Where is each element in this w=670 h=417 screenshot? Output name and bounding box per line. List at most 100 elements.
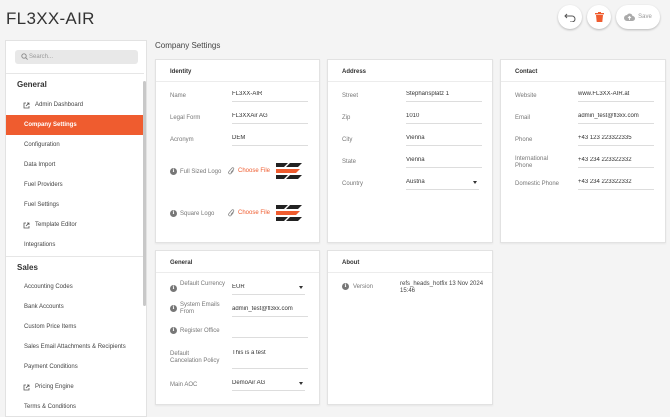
aoc-value: DemoAir AG xyxy=(232,380,266,386)
international-phone-field[interactable]: +43 234 223322332 xyxy=(578,157,654,168)
state-label: State xyxy=(342,159,357,165)
choose-file-full-logo[interactable]: Choose File xyxy=(228,167,270,175)
sidebar-item-label: Data Import xyxy=(24,162,56,168)
street-field[interactable]: Stephansplatz 1 xyxy=(406,91,482,102)
sidebar-item-bank-accounts[interactable]: Bank Accounts xyxy=(6,297,144,317)
domestic-phone-field[interactable]: +43 234 223322332 xyxy=(578,179,654,190)
legal-form-field[interactable]: FL3XXAir AG xyxy=(232,113,308,124)
sidebar-item-label: Payment Conditions xyxy=(24,364,78,370)
info-icon: i xyxy=(342,283,349,290)
search-input[interactable]: Search... xyxy=(15,50,138,64)
sidebar-item-label: Sales Email Attachments & Recipients xyxy=(24,344,126,350)
register-office-field[interactable] xyxy=(232,328,308,338)
version-value: refs_heads_hotfix 13 Nov 2024 15:46 xyxy=(400,281,484,294)
divider xyxy=(6,73,144,74)
register-office-label: Register Office xyxy=(180,328,220,334)
country-value: Austria xyxy=(406,179,425,185)
sidebar-item-label: Configuration xyxy=(24,142,60,148)
sidebar-item-fuel-settings[interactable]: Fuel Settings xyxy=(6,195,144,215)
sidebar-item-payment-conditions[interactable]: Payment Conditions xyxy=(6,357,144,377)
address-card: Address Street Stephansplatz 1 Zip 1010 … xyxy=(327,59,493,243)
city-field[interactable]: Vienna xyxy=(406,135,482,146)
choose-file-square-logo[interactable]: Choose File xyxy=(228,209,270,217)
website-field[interactable]: www.FL3XX-AIR.at xyxy=(578,91,654,102)
sidebar-item-accounting-codes[interactable]: Accounting Codes xyxy=(6,277,144,297)
sidebar-item-pricing-engine[interactable]: Pricing Engine xyxy=(6,377,144,397)
sidebar: Search... General Admin Dashboard Compan… xyxy=(5,40,147,417)
main-aoc-label: Main AOC xyxy=(170,382,198,388)
country-select[interactable]: Austria xyxy=(406,179,479,190)
card-heading: Address xyxy=(342,69,367,75)
sidebar-item-fuel-providers[interactable]: Fuel Providers xyxy=(6,175,144,195)
save-button[interactable]: Save xyxy=(616,5,660,29)
sidebar-item-label: Terms & Conditions xyxy=(24,404,77,410)
sidebar-item-label: Template Editor xyxy=(35,222,77,228)
card-heading: General xyxy=(170,260,193,266)
divider xyxy=(328,272,492,273)
international-phone-label: International Phone xyxy=(515,156,549,169)
cancelation-policy-field[interactable]: This is a test xyxy=(232,350,308,360)
name-field[interactable]: FL3XX-AIR xyxy=(232,91,308,102)
sidebar-item-sales-email-attachments[interactable]: Sales Email Attachments & Recipients xyxy=(6,337,144,357)
cancelation-policy-label: Default Cancelation Policy xyxy=(170,351,220,364)
choose-file-label: Choose File xyxy=(238,168,271,174)
external-link-icon xyxy=(23,102,30,109)
email-field[interactable]: admin_test@fl3xx.com xyxy=(578,113,654,124)
legal-form-label: Legal Form xyxy=(170,115,201,121)
email-label: Email xyxy=(515,115,531,121)
sidebar-item-template-editor[interactable]: Template Editor xyxy=(6,215,144,235)
section-general: General xyxy=(17,80,47,89)
acronym-label: Acronym xyxy=(170,137,194,143)
currency-value: EUR xyxy=(232,284,245,290)
system-emails-field[interactable]: admin_test@fl3xx.com xyxy=(232,306,308,317)
info-icon: i xyxy=(170,168,177,175)
about-card: About i Version refs_heads_hotfix 13 Nov… xyxy=(327,250,493,405)
info-icon: i xyxy=(170,305,177,312)
main-aoc-select[interactable]: DemoAir AG xyxy=(232,380,305,391)
divider xyxy=(501,81,665,82)
city-label: City xyxy=(342,137,353,143)
zip-field[interactable]: 1010 xyxy=(406,113,482,124)
page-title: Company Settings xyxy=(155,41,221,50)
sidebar-item-company-settings[interactable]: Company Settings xyxy=(6,115,144,135)
acronym-field[interactable]: DEM xyxy=(232,135,308,146)
sidebar-item-configuration[interactable]: Configuration xyxy=(6,135,144,155)
phone-label: Phone xyxy=(515,137,533,143)
sidebar-item-custom-price-items[interactable]: Custom Price Items xyxy=(6,317,144,337)
search-icon xyxy=(21,53,28,60)
system-emails-label: System Emails From xyxy=(180,302,220,315)
info-icon: i xyxy=(170,210,177,217)
phone-field[interactable]: +43 123 223322335 xyxy=(578,135,654,146)
state-field[interactable]: Vienna xyxy=(406,157,482,168)
card-heading: About xyxy=(342,260,360,266)
section-sales: Sales xyxy=(17,263,38,272)
street-label: Street xyxy=(342,93,359,99)
divider xyxy=(156,272,319,273)
company-logo-square xyxy=(276,205,302,221)
sidebar-item-data-import[interactable]: Data Import xyxy=(6,155,144,175)
sidebar-item-integrations[interactable]: Integrations xyxy=(6,235,144,255)
sidebar-item-admin-dashboard[interactable]: Admin Dashboard xyxy=(6,95,144,115)
square-logo-label: Square Logo xyxy=(180,211,215,217)
divider xyxy=(328,81,492,82)
default-currency-select[interactable]: EUR xyxy=(232,284,305,295)
sidebar-item-label: Integrations xyxy=(24,242,56,248)
undo-button[interactable] xyxy=(558,5,582,29)
chevron-down-icon xyxy=(299,382,303,385)
sidebar-item-label: Fuel Providers xyxy=(24,182,63,188)
choose-file-label: Choose File xyxy=(238,210,271,216)
contact-card: Contact Website www.FL3XX-AIR.at Email a… xyxy=(500,59,666,243)
sidebar-item-label: Admin Dashboard xyxy=(35,102,84,108)
sidebar-item-label: Bank Accounts xyxy=(24,304,64,310)
website-label: Website xyxy=(515,93,537,99)
external-link-icon xyxy=(23,222,30,229)
sidebar-item-label: Custom Price Items xyxy=(24,324,77,330)
external-link-icon xyxy=(23,384,30,391)
sidebar-item-terms-conditions[interactable]: Terms & Conditions xyxy=(6,397,144,416)
delete-button[interactable] xyxy=(587,5,611,29)
identity-card: Identity Name FL3XX-AIR Legal Form FL3XX… xyxy=(155,59,320,243)
version-label: Version xyxy=(353,284,374,290)
card-heading: Identity xyxy=(170,69,192,75)
full-logo-label: Full Sized Logo xyxy=(180,169,222,175)
sidebar-scrollbar[interactable] xyxy=(143,81,146,306)
